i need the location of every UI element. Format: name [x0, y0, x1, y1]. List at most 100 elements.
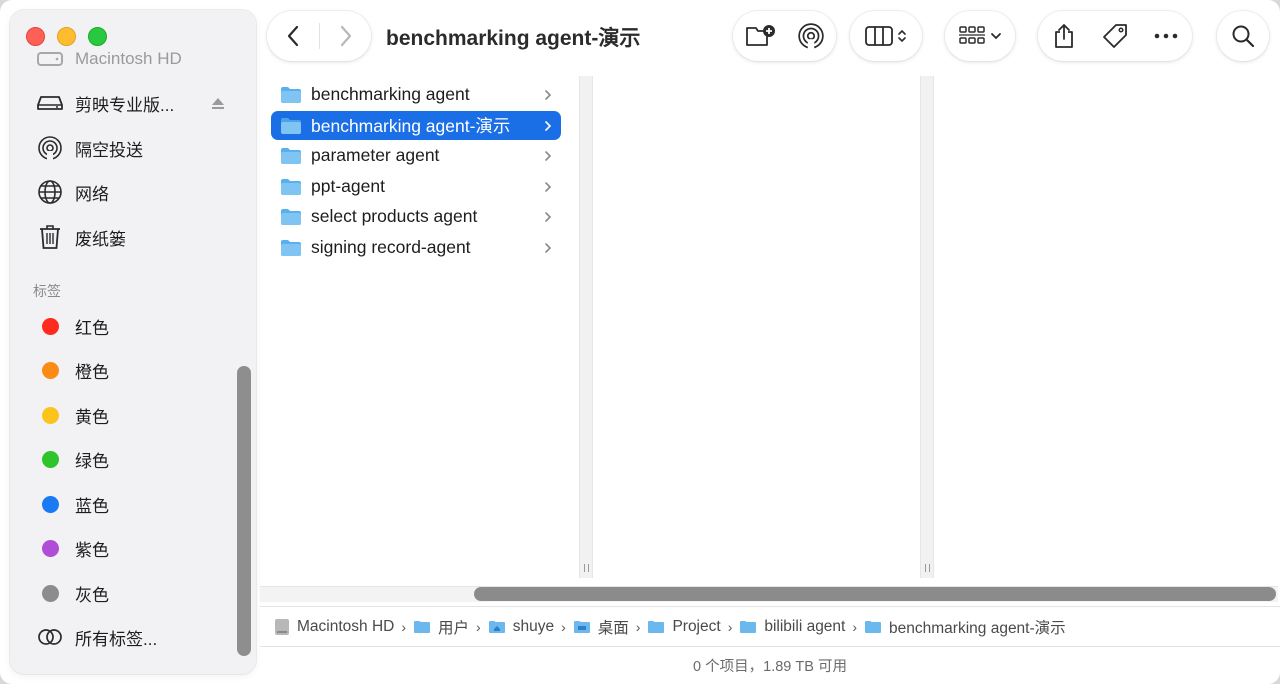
sidebar-tag-gray[interactable]: 灰色: [36, 579, 241, 607]
breadcrumb-project[interactable]: Project: [647, 618, 721, 636]
group-by-button[interactable]: [945, 11, 1015, 61]
folder-name: benchmarking agent: [311, 84, 470, 104]
eject-icon[interactable]: [211, 95, 225, 115]
list-item-folder[interactable]: select products agent: [271, 202, 561, 231]
hard-drive-icon: [274, 618, 290, 636]
chevron-right-icon: [544, 147, 552, 168]
airdrop-icon: [36, 134, 64, 162]
close-window-button[interactable]: [26, 27, 45, 46]
blue-tag-dot-icon: [41, 495, 59, 513]
tag-button[interactable]: [1090, 11, 1140, 61]
zoom-window-button[interactable]: [88, 27, 107, 46]
sidebar-tag-green[interactable]: 绿色: [36, 445, 241, 473]
back-button[interactable]: [267, 11, 319, 61]
breadcrumb-desktop[interactable]: 桌面: [573, 616, 629, 638]
folder-icon: [864, 620, 882, 634]
sidebar-tag-blue[interactable]: 蓝色: [36, 490, 241, 518]
airdrop-button[interactable]: [788, 11, 833, 61]
breadcrumb-separator-icon: ›: [561, 618, 566, 635]
home-folder-icon: [488, 620, 506, 634]
folder-icon: [413, 620, 431, 634]
breadcrumb-macintosh-hd[interactable]: Macintosh HD: [274, 618, 394, 636]
sidebar-item-label: 剪映专业版...: [75, 95, 175, 115]
drive-icon: [36, 89, 64, 117]
column-resize-handle[interactable]: [579, 76, 593, 578]
chevron-right-icon: [544, 117, 552, 138]
group-by-group[interactable]: [945, 11, 1015, 61]
sidebar-item-airdrop[interactable]: 隔空投送: [36, 134, 241, 162]
sidebar-item-label: Macintosh HD: [75, 49, 182, 68]
search-button[interactable]: [1217, 11, 1269, 61]
new-folder-button[interactable]: [733, 11, 788, 61]
breadcrumb-current[interactable]: benchmarking agent-演示: [864, 616, 1066, 638]
folder-name: parameter agent: [311, 145, 440, 165]
folder-icon: [280, 117, 302, 135]
more-icon: [1154, 33, 1178, 39]
breadcrumb-bilibili-agent[interactable]: bilibili agent: [739, 618, 845, 636]
sidebar: Macintosh HD 剪映专业版... 隔空投送 网络 废纸篓 标签 红色 …: [10, 10, 256, 674]
sidebar-all-tags[interactable]: 所有标签...: [36, 623, 241, 651]
share-icon: [1055, 24, 1073, 48]
horizontal-scrollbar-thumb[interactable]: [474, 587, 1276, 601]
sidebar-tag-orange[interactable]: 橙色: [36, 356, 241, 384]
sidebar-item-jianying[interactable]: 剪映专业版...: [36, 89, 241, 117]
tag-label: 绿色: [75, 451, 109, 471]
forward-button[interactable]: [320, 11, 371, 61]
list-item-folder[interactable]: benchmarking agent: [271, 80, 561, 109]
sidebar-item-label: 隔空投送: [75, 140, 143, 160]
yellow-tag-dot-icon: [41, 406, 59, 424]
chevron-right-icon: [340, 25, 351, 47]
window-title: benchmarking agent-演示: [386, 27, 641, 50]
red-tag-dot-icon: [41, 317, 59, 335]
sidebar-tag-purple[interactable]: 紫色: [36, 534, 241, 562]
airdrop-icon: [797, 23, 824, 50]
column-resize-handle[interactable]: [920, 76, 934, 578]
path-bar: Macintosh HD › 用户 › shuye › 桌面 › Project…: [260, 606, 1280, 646]
list-item-folder-selected[interactable]: benchmarking agent-演示: [271, 111, 561, 140]
breadcrumb-label: 桌面: [597, 619, 629, 637]
breadcrumb-label: 用户: [438, 619, 470, 637]
breadcrumb-separator-icon: ›: [727, 618, 733, 635]
breadcrumb-separator-icon: ›: [852, 618, 858, 635]
sidebar-tag-yellow[interactable]: 黄色: [36, 401, 241, 429]
sidebar-scrollbar[interactable]: [237, 366, 251, 656]
more-button[interactable]: [1140, 11, 1192, 61]
search-group[interactable]: [1217, 11, 1269, 61]
orange-tag-dot-icon: [41, 361, 59, 379]
folder-actions-group: [733, 11, 836, 61]
breadcrumb-separator-icon: ›: [476, 618, 481, 635]
gray-tag-dot-icon: [41, 584, 59, 602]
status-bar: 0 个项目，1.89 TB 可用: [260, 646, 1280, 684]
sidebar-tag-red[interactable]: 红色: [36, 312, 241, 340]
chevron-right-icon: [544, 208, 552, 229]
folder-name: signing record-agent: [311, 237, 471, 257]
view-mode-group[interactable]: [850, 11, 922, 61]
traffic-lights: [26, 27, 107, 46]
sidebar-item-macintosh-hd[interactable]: Macintosh HD: [36, 45, 241, 73]
breadcrumb-users[interactable]: 用户: [413, 616, 469, 638]
navigation-group: [267, 11, 371, 61]
actions-group: [1038, 11, 1192, 61]
column-view-button[interactable]: [850, 11, 922, 61]
folder-name: benchmarking agent-演示: [311, 116, 511, 136]
chevron-right-icon: [544, 86, 552, 107]
share-button[interactable]: [1038, 11, 1090, 61]
sidebar-item-network[interactable]: 网络: [36, 178, 241, 206]
tag-label: 蓝色: [75, 496, 109, 516]
finder-window: Macintosh HD 剪映专业版... 隔空投送 网络 废纸篓 标签 红色 …: [0, 0, 1280, 684]
list-item-folder[interactable]: parameter agent: [271, 141, 561, 170]
breadcrumb-label: shuye: [512, 617, 555, 635]
sidebar-item-trash[interactable]: 废纸篓: [36, 223, 241, 251]
tag-label: 所有标签...: [75, 629, 158, 649]
grid-group-icon: [959, 26, 985, 44]
minimize-window-button[interactable]: [57, 27, 76, 46]
folder-icon: [647, 620, 665, 634]
breadcrumb-shuye[interactable]: shuye: [488, 618, 554, 636]
list-item-folder[interactable]: signing record-agent: [271, 233, 561, 262]
folder-icon: [280, 208, 302, 226]
folder-icon: [280, 147, 302, 165]
breadcrumb-label: bilibili agent: [764, 617, 846, 635]
list-item-folder[interactable]: ppt-agent: [271, 172, 561, 201]
tag-label: 紫色: [75, 540, 109, 560]
tag-label: 橙色: [75, 362, 109, 382]
